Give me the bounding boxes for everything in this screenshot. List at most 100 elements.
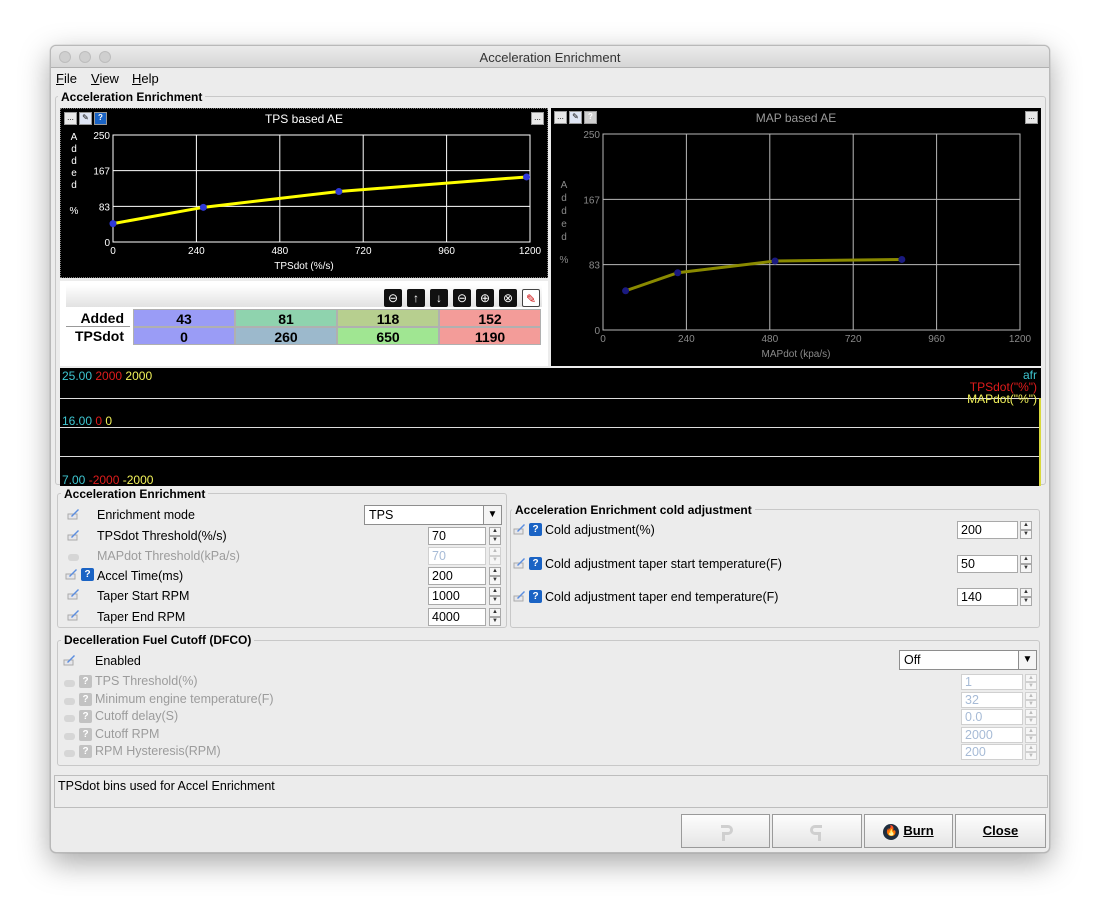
dfco-min-temp-field: ▲▼ bbox=[961, 691, 1037, 708]
spin-up-icon[interactable]: ▲ bbox=[489, 527, 501, 536]
spin-up-icon[interactable]: ▲ bbox=[489, 587, 501, 596]
burn-icon: 🔥 bbox=[883, 823, 900, 840]
plot-frame bbox=[602, 133, 1021, 331]
dfco-title: Decelleration Fuel Cutoff (DFCO) bbox=[61, 633, 255, 647]
spin-up-icon[interactable]: ▲ bbox=[489, 608, 501, 617]
spin-down-icon[interactable]: ▼ bbox=[489, 536, 501, 545]
table-toolbar: ⊖ ↑ ↓ ⊖ ⊕ ⊗ ✎ bbox=[66, 285, 542, 307]
help-icon: ? bbox=[79, 727, 92, 741]
taper-end-field[interactable]: ▲ ▼ bbox=[428, 608, 501, 626]
pen-icon[interactable]: ✎ bbox=[522, 289, 540, 307]
enrichment-mode-select[interactable]: TPS ▼ bbox=[364, 505, 502, 525]
dfco-cutoff-delay-label: Cutoff delay(S) bbox=[95, 709, 179, 724]
spin-up-icon: ▲ bbox=[1025, 744, 1037, 753]
y-axis-label-letter: d bbox=[561, 206, 567, 217]
down-arrow-icon[interactable]: ↓ bbox=[430, 289, 448, 307]
help-icon[interactable]: ? bbox=[529, 523, 542, 536]
y-tick-label: 167 bbox=[583, 195, 600, 206]
redo-button[interactable] bbox=[772, 814, 862, 848]
dfco-cutoff-rpm-input bbox=[961, 726, 1023, 743]
close-button[interactable]: Close bbox=[955, 814, 1046, 848]
help-icon[interactable]: ? bbox=[81, 568, 94, 581]
close-circle-icon[interactable]: ⊗ bbox=[499, 289, 517, 307]
table-cell-added[interactable]: 152 bbox=[439, 309, 541, 327]
spin-up-icon[interactable]: ▲ bbox=[1020, 521, 1032, 530]
spin-down-icon: ▼ bbox=[1025, 717, 1037, 726]
taper-start-label: Taper Start RPM bbox=[97, 589, 190, 603]
tps-chart-xlabel: TPSdot (%/s) bbox=[274, 261, 334, 272]
acceleration-enrichment-window: Acceleration Enrichment File View Help A… bbox=[50, 45, 1050, 853]
dfco-enabled-label: Enabled bbox=[95, 654, 141, 668]
help-icon: ? bbox=[79, 710, 92, 724]
table-cell-added[interactable]: 81 bbox=[235, 309, 337, 327]
pen-icon bbox=[67, 509, 79, 520]
tpsdot-threshold-label: TPSdot Threshold(%/s) bbox=[97, 529, 227, 543]
row-label-added: Added bbox=[66, 309, 130, 327]
spin-down-icon[interactable]: ▼ bbox=[489, 576, 501, 585]
table-cell-tpsdot[interactable]: 650 bbox=[337, 327, 439, 345]
y-tick-label: 167 bbox=[93, 167, 110, 178]
dfco-rpm-hyst-input bbox=[961, 744, 1023, 761]
cold-taper-start-label: Cold adjustment taper start temperature(… bbox=[545, 557, 782, 571]
menu-help[interactable]: Help bbox=[132, 71, 159, 86]
table-cell-tpsdot[interactable]: 260 bbox=[235, 327, 337, 345]
chevron-down-icon: ▼ bbox=[1018, 651, 1036, 669]
spin-down-icon[interactable]: ▼ bbox=[1020, 564, 1032, 573]
map-chart-plot[interactable]: 2501678300 240 480 720 960 1200Added% bbox=[551, 108, 1041, 366]
spin-up-icon[interactable]: ▲ bbox=[1020, 555, 1032, 564]
table-cell-added[interactable]: 43 bbox=[133, 309, 235, 327]
help-icon: ? bbox=[79, 692, 92, 706]
spin-down-icon[interactable]: ▼ bbox=[1020, 597, 1032, 606]
help-icon[interactable]: ? bbox=[529, 557, 542, 570]
spin-up-icon[interactable]: ▲ bbox=[489, 567, 501, 576]
y-axis-label-letter: d bbox=[71, 144, 77, 155]
taper-start-field[interactable]: ▲ ▼ bbox=[428, 587, 501, 605]
cold-adjustment-field[interactable]: ▲ ▼ bbox=[957, 521, 1032, 539]
y-axis-label-letter: e bbox=[71, 168, 77, 179]
spin-down-icon: ▼ bbox=[1025, 699, 1037, 708]
spin-down-icon[interactable]: ▼ bbox=[489, 596, 501, 605]
undo-button[interactable] bbox=[681, 814, 770, 848]
pen-icon bbox=[65, 569, 77, 580]
y-axis-label-letter: % bbox=[560, 255, 569, 266]
cold-taper-end-field[interactable]: ▲ ▼ bbox=[957, 588, 1032, 606]
data-point bbox=[898, 255, 906, 263]
help-icon[interactable]: ? bbox=[529, 590, 542, 603]
cold-taper-start-field[interactable]: ▲ ▼ bbox=[957, 555, 1032, 573]
tps-chart-plot[interactable]: 2501678300 240 480 720 960 1200Added% bbox=[61, 109, 549, 279]
gauge-row3: 7.00 -2000 -2000 bbox=[62, 473, 154, 487]
table-cell-tpsdot[interactable]: 0 bbox=[133, 327, 235, 345]
dfco-enabled-select[interactable]: Off ▼ bbox=[899, 650, 1037, 670]
x-tick-label: 1200 bbox=[1009, 334, 1032, 345]
x-tick-label: 960 bbox=[438, 246, 455, 257]
tpsdot-threshold-input[interactable] bbox=[428, 527, 486, 545]
taper-start-input[interactable] bbox=[428, 587, 486, 605]
burn-button[interactable]: 🔥 Burn bbox=[864, 814, 953, 848]
plus-circle-icon[interactable]: ⊕ bbox=[476, 289, 494, 307]
tpsdot-threshold-field[interactable]: ▲ ▼ bbox=[428, 527, 501, 545]
table-cell-added[interactable]: 118 bbox=[337, 309, 439, 327]
spin-up-icon[interactable]: ▲ bbox=[1020, 588, 1032, 597]
cold-adjustment-input[interactable] bbox=[957, 521, 1018, 539]
spin-down-icon[interactable]: ▼ bbox=[489, 617, 501, 626]
cold-taper-start-input[interactable] bbox=[957, 555, 1018, 573]
spin-up-icon: ▲ bbox=[1025, 726, 1037, 735]
menu-bar: File View Help bbox=[51, 68, 1049, 88]
cold-taper-end-input[interactable] bbox=[957, 588, 1018, 606]
x-tick-label: 240 bbox=[188, 246, 205, 257]
menu-view[interactable]: View bbox=[91, 71, 119, 86]
table-cell-tpsdot[interactable]: 1190 bbox=[439, 327, 541, 345]
x-tick-label: 720 bbox=[845, 334, 862, 345]
up-arrow-icon[interactable]: ↑ bbox=[407, 289, 425, 307]
minus-circle-icon[interactable]: ⊖ bbox=[453, 289, 471, 307]
menu-file[interactable]: File bbox=[56, 71, 77, 86]
accel-time-input[interactable] bbox=[428, 567, 486, 585]
data-point bbox=[674, 269, 682, 277]
ae-table-panel: ⊖ ↑ ↓ ⊖ ⊕ ⊗ ✎ Added TPSdot 43 81 118 152 02… bbox=[60, 281, 548, 366]
spin-down-icon[interactable]: ▼ bbox=[1020, 530, 1032, 539]
minus-circle-icon[interactable]: ⊖ bbox=[384, 289, 402, 307]
taper-end-input[interactable] bbox=[428, 608, 486, 626]
cold-adjustment-label: Cold adjustment(%) bbox=[545, 523, 655, 537]
accel-time-field[interactable]: ▲ ▼ bbox=[428, 567, 501, 585]
dfco-tps-threshold-field: ▲▼ bbox=[961, 674, 1037, 690]
